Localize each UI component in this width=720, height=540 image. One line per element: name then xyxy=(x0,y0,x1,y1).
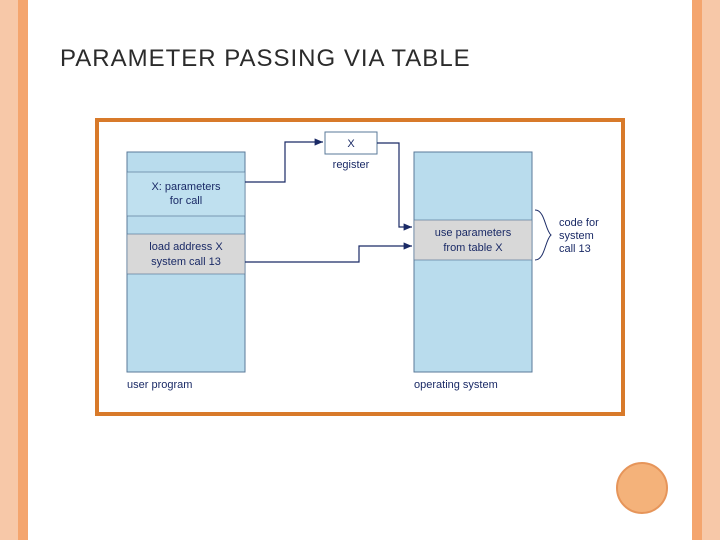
user-syscall-cell xyxy=(127,234,245,274)
parameter-passing-diagram: X: parameters for call load address X sy… xyxy=(99,122,621,412)
side-label-line3: call 13 xyxy=(559,243,591,255)
diagram-frame: X: parameters for call load address X sy… xyxy=(95,118,625,416)
register-caption: register xyxy=(333,159,370,171)
user-x-params-cell xyxy=(127,172,245,216)
arrow-syscall-to-os xyxy=(245,246,412,262)
side-label-line1: code for xyxy=(559,217,599,229)
user-syscall-line2: system call 13 xyxy=(151,256,221,268)
os-block xyxy=(414,152,532,372)
os-use-params-line1: use parameters xyxy=(435,227,512,239)
side-label-line2: system xyxy=(559,230,594,242)
os-caption: operating system xyxy=(414,379,498,391)
arrow-user-to-register xyxy=(245,142,323,182)
user-x-params-line1: X: parameters xyxy=(151,181,221,193)
left-stripe-outer xyxy=(0,0,18,540)
os-use-params-line2: from table X xyxy=(443,242,503,254)
arrow-register-to-os xyxy=(377,143,412,227)
slide-title: PARAMETER PASSING VIA TABLE xyxy=(60,45,471,73)
left-stripe-inner xyxy=(18,0,28,540)
right-stripe-inner xyxy=(692,0,702,540)
accent-circle-icon xyxy=(616,462,668,514)
user-x-params-line2: for call xyxy=(170,195,202,207)
user-syscall-line1: load address X xyxy=(149,241,223,253)
register-x: X xyxy=(347,138,355,150)
os-use-params-cell xyxy=(414,220,532,260)
user-program-caption: user program xyxy=(127,379,192,391)
brace-icon xyxy=(535,210,551,260)
right-stripe-outer xyxy=(702,0,720,540)
